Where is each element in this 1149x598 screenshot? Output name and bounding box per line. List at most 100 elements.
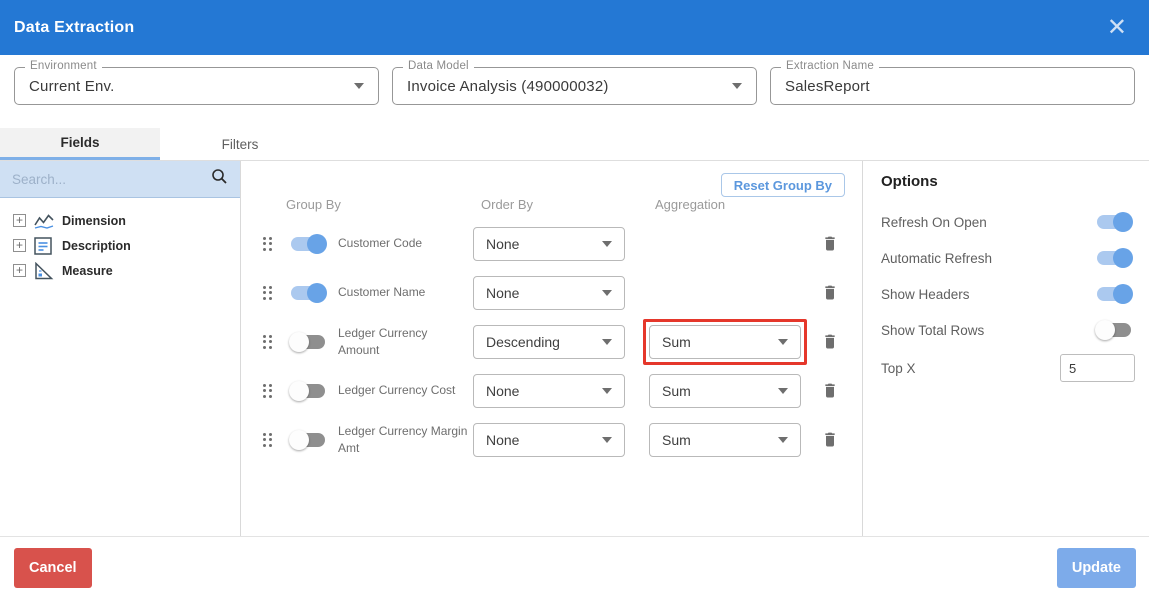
option-show-headers: Show Headers	[881, 276, 1135, 312]
close-icon[interactable]: ✕	[1101, 14, 1133, 42]
trash-icon[interactable]	[822, 234, 838, 253]
field-row-ledger-currency-amount: Ledger Currency Amount Descending Sum	[241, 317, 862, 366]
trash-icon[interactable]	[822, 332, 838, 351]
drag-handle-icon[interactable]	[263, 384, 281, 398]
tab-bar: Fields Filters	[0, 128, 1149, 161]
field-row-ledger-currency-cost: Ledger Currency Cost None Sum	[241, 366, 862, 415]
chevron-down-icon	[602, 241, 612, 247]
aggregation-select[interactable]: Sum	[649, 374, 801, 408]
cancel-button[interactable]: Cancel	[14, 548, 92, 588]
update-button[interactable]: Update	[1057, 548, 1136, 588]
chevron-down-icon	[778, 388, 788, 394]
environment-label: Environment	[25, 60, 102, 72]
line-chart-icon	[34, 212, 54, 230]
drag-handle-icon[interactable]	[263, 335, 281, 349]
column-header-aggregation: Aggregation	[655, 197, 725, 212]
column-header-group-by: Group By	[286, 197, 341, 212]
aggregation-highlight-box: Sum	[643, 319, 807, 365]
group-by-toggle[interactable]	[291, 286, 325, 300]
chevron-down-icon	[602, 290, 612, 296]
refresh-on-open-toggle[interactable]	[1097, 215, 1131, 229]
option-refresh-on-open: Refresh On Open	[881, 204, 1135, 240]
tree-item-label: Dimension	[62, 214, 126, 228]
environment-select[interactable]: Environment Current Env.	[14, 67, 379, 105]
plus-expand-icon[interactable]: +	[13, 214, 26, 227]
data-extraction-dialog: Data Extraction ✕ Environment Current En…	[0, 0, 1149, 598]
field-row-customer-name: Customer Name None	[241, 268, 862, 317]
field-row-ledger-currency-margin-amt: Ledger Currency Margin Amt None Sum	[241, 415, 862, 464]
plus-expand-icon[interactable]: +	[13, 264, 26, 277]
field-label: Customer Name	[338, 284, 468, 300]
data-model-value: Invoice Analysis (490000032)	[407, 78, 609, 95]
chevron-down-icon	[602, 388, 612, 394]
search-icon[interactable]	[211, 168, 228, 190]
data-model-select[interactable]: Data Model Invoice Analysis (490000032)	[392, 67, 757, 105]
option-show-total-rows: Show Total Rows	[881, 312, 1135, 348]
order-by-select[interactable]: None	[473, 374, 625, 408]
set-square-icon	[34, 262, 54, 280]
group-by-toggle[interactable]	[291, 433, 325, 447]
aggregation-select[interactable]: Sum	[649, 423, 801, 457]
group-by-toggle[interactable]	[291, 384, 325, 398]
show-headers-toggle[interactable]	[1097, 287, 1131, 301]
chevron-down-icon	[732, 83, 742, 89]
option-automatic-refresh: Automatic Refresh	[881, 240, 1135, 276]
environment-value: Current Env.	[29, 78, 115, 95]
extraction-name-label: Extraction Name	[781, 60, 879, 72]
options-panel: Options Refresh On Open Automatic Refres…	[863, 161, 1149, 536]
group-by-toggle[interactable]	[291, 237, 325, 251]
fields-sidebar: + Dimension + Description +	[0, 161, 241, 536]
search-bar	[0, 161, 240, 198]
reset-row: Reset Group By	[241, 161, 862, 197]
show-total-rows-toggle[interactable]	[1097, 323, 1131, 337]
order-by-select[interactable]: Descending	[473, 325, 625, 359]
tree-item-label: Measure	[62, 264, 113, 278]
field-label: Customer Code	[338, 235, 468, 251]
plus-expand-icon[interactable]: +	[13, 239, 26, 252]
tree-item-measure[interactable]: + Measure	[13, 258, 240, 283]
field-row-customer-code: Customer Code None	[241, 219, 862, 268]
order-by-select[interactable]: None	[473, 423, 625, 457]
tree-item-description[interactable]: + Description	[13, 233, 240, 258]
extraction-name-field[interactable]: Extraction Name SalesReport	[770, 67, 1135, 105]
search-input[interactable]	[12, 172, 203, 187]
reset-group-by-button[interactable]: Reset Group By	[721, 173, 845, 197]
top-form-row: Environment Current Env. Data Model Invo…	[0, 67, 1149, 105]
extraction-name-value: SalesReport	[785, 78, 870, 95]
chevron-down-icon	[354, 83, 364, 89]
order-by-select[interactable]: None	[473, 227, 625, 261]
chevron-down-icon	[602, 437, 612, 443]
chevron-down-icon	[778, 437, 788, 443]
dialog-titlebar: Data Extraction ✕	[0, 0, 1149, 55]
chevron-down-icon	[602, 339, 612, 345]
dialog-footer: Cancel Update	[0, 536, 1149, 598]
tree-item-label: Description	[62, 239, 131, 253]
field-label: Ledger Currency Amount	[338, 325, 468, 357]
aggregation-select[interactable]: Sum	[649, 325, 801, 359]
data-model-label: Data Model	[403, 60, 474, 72]
options-title: Options	[881, 173, 1135, 190]
column-header-order-by: Order By	[481, 197, 533, 212]
group-by-toggle[interactable]	[291, 335, 325, 349]
dialog-body: + Dimension + Description +	[0, 161, 1149, 536]
order-by-select[interactable]: None	[473, 276, 625, 310]
tab-fields[interactable]: Fields	[0, 128, 160, 160]
top-x-input[interactable]	[1060, 354, 1135, 382]
option-top-x: Top X	[881, 348, 1135, 388]
tree-item-dimension[interactable]: + Dimension	[13, 208, 240, 233]
drag-handle-icon[interactable]	[263, 286, 281, 300]
document-lines-icon	[34, 237, 54, 255]
column-headers: Group By Order By Aggregation	[241, 197, 862, 219]
tab-filters[interactable]: Filters	[160, 128, 320, 160]
group-by-panel: Reset Group By Group By Order By Aggrega…	[241, 161, 863, 536]
automatic-refresh-toggle[interactable]	[1097, 251, 1131, 265]
field-tree: + Dimension + Description +	[0, 198, 240, 283]
trash-icon[interactable]	[822, 430, 838, 449]
dialog-title: Data Extraction	[14, 19, 134, 37]
drag-handle-icon[interactable]	[263, 237, 281, 251]
field-label: Ledger Currency Margin Amt	[338, 423, 468, 455]
field-label: Ledger Currency Cost	[338, 382, 468, 398]
trash-icon[interactable]	[822, 381, 838, 400]
drag-handle-icon[interactable]	[263, 433, 281, 447]
trash-icon[interactable]	[822, 283, 838, 302]
